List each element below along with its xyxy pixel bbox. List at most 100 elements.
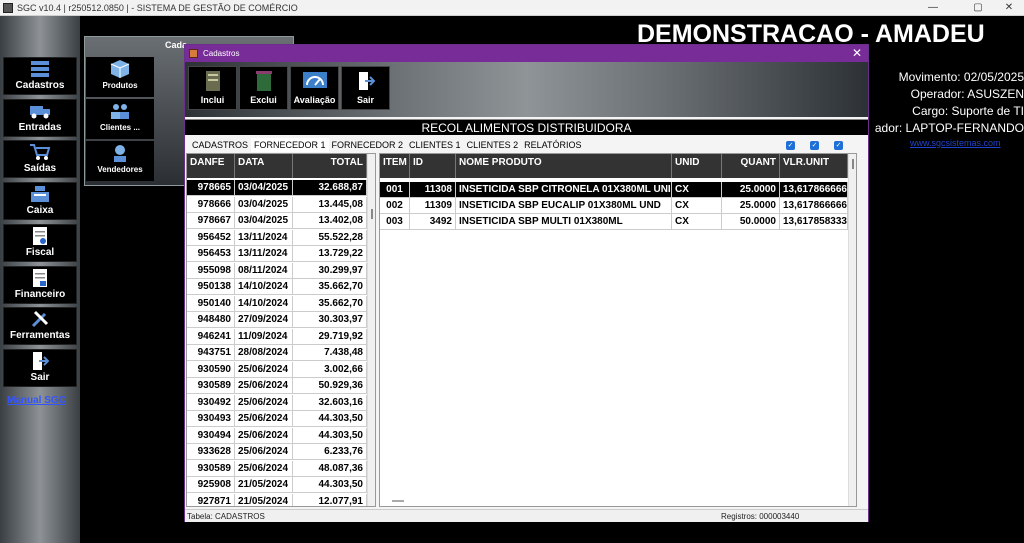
danfe-grid[interactable]: DANFE DATA TOTAL 978665 03/04/2025 32.688,… — [186, 153, 376, 507]
sidebar-item-ferramentas[interactable]: Ferramentas — [3, 307, 77, 345]
table-cell: 927871 — [187, 493, 235, 506]
gauge-icon — [291, 67, 338, 95]
table-row[interactable]: 948480 27/09/2024 30.303,97 — [187, 312, 367, 328]
sidebar-item-fiscal[interactable]: Fiscal — [3, 224, 77, 262]
table-row[interactable]: 927871 21/05/2024 12.077,91 — [187, 493, 367, 506]
table-cell: 28/08/2024 — [235, 345, 293, 361]
table-row[interactable]: 930590 25/06/2024 3.002,66 — [187, 361, 367, 378]
dialog-close-button[interactable]: ✕ — [852, 46, 862, 60]
manual-link[interactable]: Manual SGC — [7, 395, 66, 406]
table-cell: 30.303,97 — [293, 312, 367, 328]
app-titlebar: SGC v10.4 | r250512.0850 | - SISTEMA DE … — [0, 0, 1024, 16]
subpanel-item-produtos[interactable]: Produtos — [86, 57, 154, 97]
table-cell: CX — [672, 214, 722, 230]
table-cell: 001 — [380, 182, 410, 198]
col-vlr-unit[interactable]: VLR.UNIT — [780, 154, 848, 178]
table-cell: 08/11/2024 — [235, 262, 293, 279]
dialog-title: Cadastros — [203, 49, 240, 58]
table-row[interactable]: 950138 14/10/2024 35.662,70 — [187, 279, 367, 295]
table-cell: 21/05/2024 — [235, 477, 293, 493]
table-cell: 03/04/2025 — [235, 180, 293, 196]
col-unid[interactable]: UNID — [672, 154, 722, 178]
scrollbar-thumb[interactable] — [852, 159, 854, 169]
sidebar-item-sair[interactable]: Sair — [3, 349, 77, 387]
col-nome-produto[interactable]: NOME PRODUTO — [456, 154, 672, 178]
subpanel-item-clientes[interactable]: Clientes ... — [86, 99, 154, 139]
table-row[interactable]: 933628 25/06/2024 6.233,76 — [187, 444, 367, 460]
tab-cadastros[interactable]: CADASTROS — [189, 138, 251, 152]
tab-clientes-1[interactable]: CLIENTES 1 — [406, 138, 464, 152]
minimize-button[interactable]: — — [918, 0, 948, 16]
exclui-button[interactable]: Exclui — [239, 66, 288, 110]
table-cell: 933628 — [187, 444, 235, 460]
subpanel-item-vendedores[interactable]: Vendedores — [86, 141, 154, 181]
table-cell: 14/10/2024 — [235, 279, 293, 295]
table-cell: 11308 — [410, 182, 456, 198]
checkbox-1[interactable]: ✓ — [786, 141, 795, 150]
table-row[interactable]: 930589 25/06/2024 50.929,36 — [187, 378, 367, 394]
table-row[interactable]: 978665 03/04/2025 32.688,87 — [187, 180, 367, 196]
inclui-button[interactable]: Inclui — [188, 66, 237, 110]
finance-icon — [4, 267, 76, 289]
sidebar-item-financeiro[interactable]: Financeiro — [3, 266, 77, 304]
sidebar-item-entradas[interactable]: Entradas — [3, 99, 77, 137]
tab-clientes-2[interactable]: CLIENTES 2 — [464, 138, 522, 152]
danfe-grid-scrollbar[interactable] — [367, 154, 375, 506]
scrollbar-thumb[interactable] — [371, 209, 373, 219]
delete-icon — [240, 67, 287, 95]
table-row[interactable]: 956452 13/11/2024 55.522,28 — [187, 229, 367, 246]
checkbox-3[interactable]: ✓ — [834, 141, 843, 150]
tools-icon — [4, 308, 76, 330]
table-cell: CX — [672, 198, 722, 214]
tab-fornecedor-2[interactable]: FORNECEDOR 2 — [329, 138, 407, 152]
table-row[interactable]: 950140 14/10/2024 35.662,70 — [187, 295, 367, 312]
table-cell: 956452 — [187, 229, 235, 246]
sidebar-item-saidas[interactable]: Saídas — [3, 140, 77, 178]
sidebar-item-caixa[interactable]: Caixa — [3, 182, 77, 220]
table-cell: CX — [672, 182, 722, 198]
table-cell: 943751 — [187, 345, 235, 361]
col-id[interactable]: ID — [410, 154, 456, 178]
sair-button[interactable]: Sair — [341, 66, 390, 110]
table-row[interactable]: 930494 25/06/2024 44.303,50 — [187, 427, 367, 444]
table-cell: 6.233,76 — [293, 444, 367, 460]
table-cell: 930493 — [187, 411, 235, 427]
table-row[interactable]: 978666 03/04/2025 13.445,08 — [187, 196, 367, 213]
items-grid-scrollbar[interactable] — [848, 154, 856, 506]
col-quant[interactable]: QUANT — [722, 154, 780, 178]
table-row[interactable]: 003 3492 INSETICIDA SBP MULTI 01X380ML CX 50… — [380, 214, 848, 230]
items-grid[interactable]: ITEM ID NOME PRODUTO UNID QUANT VLR.UNIT… — [379, 153, 857, 507]
maximize-button[interactable]: ▢ — [963, 0, 993, 16]
col-danfe[interactable]: DANFE — [187, 154, 235, 178]
sidebar-item-label: Saídas — [23, 163, 57, 174]
website-link[interactable]: www.sgcsistemas.com — [910, 138, 1001, 148]
col-data[interactable]: DATA — [235, 154, 293, 178]
table-row[interactable]: 955098 08/11/2024 30.299,97 — [187, 262, 367, 279]
table-row[interactable]: 956453 13/11/2024 13.729,22 — [187, 246, 367, 262]
tab-relatorios[interactable]: RELATÓRIOS — [521, 138, 584, 152]
table-row[interactable]: 978667 03/04/2025 13.402,08 — [187, 213, 367, 229]
table-row[interactable]: 001 11308 INSETICIDA SBP CITRONELA 01X380M… — [380, 182, 848, 198]
table-cell: 25/06/2024 — [235, 460, 293, 477]
table-row[interactable]: 002 11309 INSETICIDA SBP EUCALIP 01X380ML … — [380, 198, 848, 214]
toolbar-label: Avaliação — [293, 95, 336, 105]
col-total[interactable]: TOTAL — [293, 154, 367, 178]
close-button[interactable]: ✕ — [994, 0, 1024, 16]
table-row[interactable]: 930492 25/06/2024 32.603,16 — [187, 394, 367, 411]
table-row[interactable]: 943751 28/08/2024 7.438,48 — [187, 345, 367, 361]
table-row[interactable]: 930493 25/06/2024 44.303,50 — [187, 411, 367, 427]
checkbox-2[interactable]: ✓ — [810, 141, 819, 150]
sidebar-item-label: Financeiro — [14, 289, 66, 300]
table-cell: 11/09/2024 — [235, 328, 293, 345]
toolbar-label: Sair — [356, 95, 374, 105]
avaliacao-button[interactable]: Avaliação — [290, 66, 339, 110]
table-row[interactable]: 925908 21/05/2024 44.303,50 — [187, 477, 367, 493]
table-cell: 50.0000 — [722, 214, 780, 230]
tab-fornecedor-1[interactable]: FORNECEDOR 1 — [251, 138, 329, 152]
table-row[interactable]: 930589 25/06/2024 48.087,36 — [187, 460, 367, 477]
sidebar-item-cadastros[interactable]: Cadastros — [3, 57, 77, 95]
table-cell: 11309 — [410, 198, 456, 214]
col-item[interactable]: ITEM — [380, 154, 410, 178]
hscroll-thumb[interactable] — [392, 500, 404, 502]
table-row[interactable]: 946241 11/09/2024 29.719,92 — [187, 328, 367, 345]
